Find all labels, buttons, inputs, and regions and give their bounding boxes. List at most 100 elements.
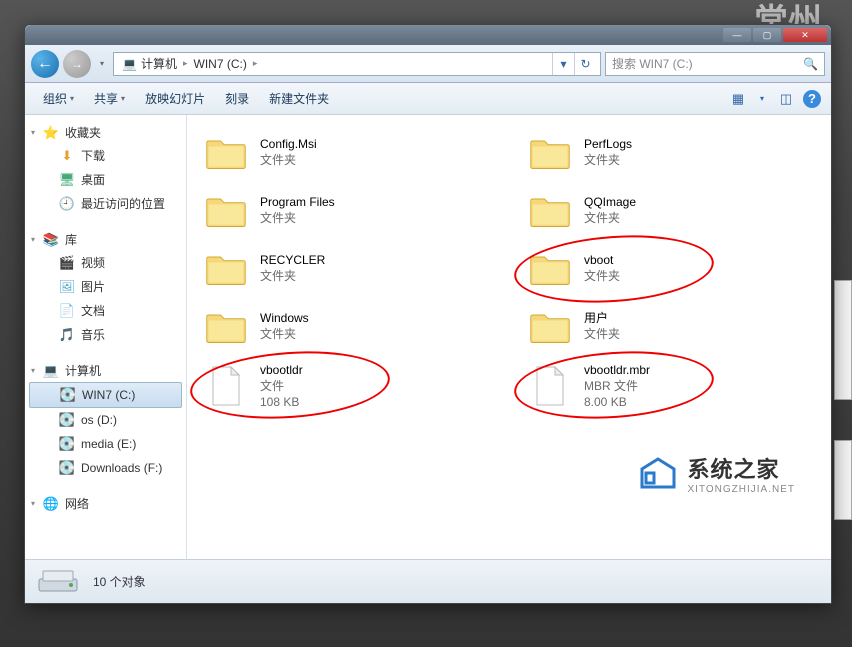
watermark: 系统之家 XITONGZHIJIA.NET [636, 452, 796, 495]
file-item-PerfLogs[interactable]: PerfLogs文件夹 [519, 125, 823, 179]
chevron-down-icon: ▾ [70, 94, 74, 103]
sidebar-item-最近访问的位置[interactable]: 🕘最近访问的位置 [25, 192, 186, 216]
expand-icon: ▾ [31, 499, 35, 508]
sidebar-group-库[interactable]: ▾ 📚 库 [25, 228, 186, 251]
background-window-2 [834, 440, 852, 520]
file-item-Program Files[interactable]: Program Files文件夹 [195, 183, 499, 237]
breadcrumb-computer[interactable]: 💻 计算机 [118, 55, 181, 72]
sidebar-group-网络[interactable]: ▾🌐网络 [25, 492, 186, 515]
search-input[interactable]: 搜索 WIN7 (C:) 🔍 [605, 52, 825, 76]
file-item-RECYCLER[interactable]: RECYCLER文件夹 [195, 241, 499, 295]
file-name: Program Files [260, 194, 335, 210]
breadcrumb-sep-icon[interactable]: ▸ [181, 58, 190, 69]
breadcrumb-sep-icon[interactable]: ▸ [251, 58, 260, 69]
breadcrumb-drive[interactable]: WIN7 (C:) [190, 57, 251, 71]
toolbar-刻录[interactable]: 刻录 [217, 87, 257, 110]
view-mode-dropdown[interactable]: ▾ [755, 88, 769, 110]
file-size: 108 KB [260, 394, 303, 410]
toolbar-label: 新建文件夹 [269, 90, 329, 107]
file-item-用户[interactable]: 用户文件夹 [519, 299, 823, 353]
toolbar-label: 组织 [43, 90, 67, 107]
preview-pane-button[interactable]: ◫ [773, 88, 799, 110]
back-button[interactable]: ← [31, 50, 59, 78]
group-icon: ⭐ [43, 125, 59, 141]
toolbar-放映幻灯片[interactable]: 放映幻灯片 [137, 87, 213, 110]
file-type: 文件夹 [260, 268, 325, 284]
help-button[interactable]: ? [803, 90, 821, 108]
group-label: 收藏夹 [65, 124, 101, 141]
item-icon: 📄 [59, 303, 75, 319]
group-label: 网络 [65, 495, 89, 512]
expand-icon: ▾ [31, 235, 35, 244]
group-label: 计算机 [65, 362, 101, 379]
sidebar-group-计算机[interactable]: ▾ 💻 计算机 [25, 359, 186, 382]
file-item-Config.Msi[interactable]: Config.Msi文件夹 [195, 125, 499, 179]
file-list-pane[interactable]: Config.Msi文件夹PerfLogs文件夹Program Files文件夹… [187, 115, 831, 559]
sidebar-item-音乐[interactable]: 🎵 音乐 [25, 323, 186, 347]
folder-icon [202, 246, 250, 290]
file-icon [526, 364, 574, 408]
sidebar-item-下载[interactable]: ⬇下载 [25, 144, 186, 168]
file-type: 文件夹 [584, 210, 636, 226]
item-icon: 💽 [59, 460, 75, 476]
file-item-Windows[interactable]: Windows文件夹 [195, 299, 499, 353]
view-mode-button[interactable]: ▦ [725, 88, 751, 110]
watermark-title: 系统之家 [688, 457, 780, 482]
folder-icon [526, 188, 574, 232]
item-label: 视频 [81, 254, 105, 272]
file-name: vboot [584, 252, 620, 268]
group-label: 库 [65, 231, 77, 248]
folder-icon [202, 188, 250, 232]
item-label: Downloads (F:) [81, 459, 162, 477]
toolbar: 组织▾共享▾放映幻灯片刻录新建文件夹 ▦ ▾ ◫ ? [25, 83, 831, 115]
file-item-vboot[interactable]: vboot文件夹 [519, 241, 823, 295]
maximize-button[interactable]: ▢ [753, 28, 781, 42]
sidebar-group-收藏夹[interactable]: ▾ ⭐ 收藏夹 [25, 121, 186, 144]
item-icon: 🎵 [59, 327, 75, 343]
folder-icon [526, 246, 574, 290]
history-dropdown[interactable]: ▾ [95, 52, 109, 76]
file-name: QQImage [584, 194, 636, 210]
refresh-button[interactable]: ↻ [574, 53, 596, 75]
item-label: 音乐 [81, 326, 105, 344]
expand-icon: ▾ [31, 128, 35, 137]
file-item-QQImage[interactable]: QQImage文件夹 [519, 183, 823, 237]
sidebar-item-media (E:)[interactable]: 💽media (E:) [25, 432, 186, 456]
file-icon [202, 364, 250, 408]
address-bar[interactable]: 💻 计算机 ▸ WIN7 (C:) ▸ ▾ ↻ [113, 52, 601, 76]
item-icon: 💽 [60, 387, 76, 403]
breadcrumb-label: 计算机 [141, 55, 177, 72]
file-name: vbootldr.mbr [584, 362, 650, 378]
item-label: WIN7 (C:) [82, 386, 135, 404]
item-icon: ⬇ [59, 148, 75, 164]
watermark-url: XITONGZHIJIA.NET [688, 484, 796, 495]
group-icon: 📚 [43, 232, 59, 248]
close-button[interactable]: ✕ [783, 28, 827, 42]
forward-button[interactable]: → [63, 50, 91, 78]
toolbar-新建文件夹[interactable]: 新建文件夹 [261, 87, 337, 110]
file-size: 8.00 KB [584, 394, 650, 410]
sidebar-item-文档[interactable]: 📄文档 [25, 299, 186, 323]
minimize-button[interactable]: — [723, 28, 751, 42]
file-name: vbootldr [260, 362, 303, 378]
sidebar-item-视频[interactable]: 🎬视频 [25, 251, 186, 275]
folder-icon [526, 304, 574, 348]
item-label: 桌面 [81, 171, 105, 189]
address-dropdown-icon[interactable]: ▾ [552, 53, 574, 75]
sidebar-item-WIN7 (C:)[interactable]: 💽 WIN7 (C:) [29, 382, 182, 408]
sidebar-item-图片[interactable]: 🖼图片 [25, 275, 186, 299]
toolbar-共享[interactable]: 共享▾ [86, 87, 133, 110]
toolbar-组织[interactable]: 组织▾ [35, 87, 82, 110]
status-count: 10 个对象 [93, 573, 146, 590]
sidebar-item-Downloads (F:)[interactable]: 💽 Downloads (F:) [25, 456, 186, 480]
file-item-vbootldr.mbr[interactable]: vbootldr.mbrMBR 文件8.00 KB [519, 357, 823, 415]
item-label: 图片 [81, 278, 105, 296]
file-item-vbootldr[interactable]: vbootldr文件108 KB [195, 357, 499, 415]
toolbar-label: 刻录 [225, 90, 249, 107]
status-bar: 10 个对象 [25, 559, 831, 603]
expand-icon: ▾ [31, 366, 35, 375]
group-icon: 💻 [43, 363, 59, 379]
item-icon: 🖥 [59, 172, 75, 188]
sidebar-item-os (D:)[interactable]: 💽os (D:) [25, 408, 186, 432]
sidebar-item-桌面[interactable]: 🖥 桌面 [25, 168, 186, 192]
